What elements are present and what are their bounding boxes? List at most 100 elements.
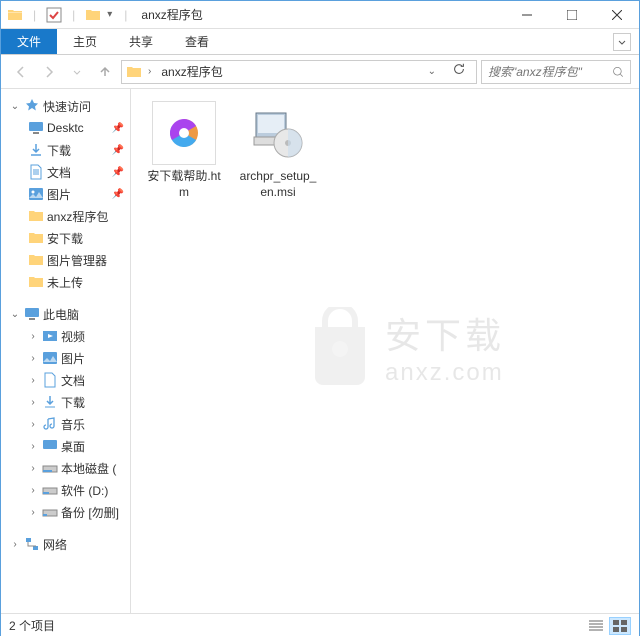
drive-icon	[41, 503, 59, 521]
breadcrumb-segment[interactable]: anxz程序包	[157, 63, 226, 80]
sidebar-item-label: 图片	[61, 350, 85, 367]
expand-icon[interactable]: ›	[27, 441, 39, 452]
sidebar-documents[interactable]: 文档📌	[1, 161, 130, 183]
sidebar-item-label: 桌面	[61, 438, 85, 455]
sidebar-backup[interactable]: ›备份 [勿删]	[1, 501, 130, 523]
status-bar: 2 个项目	[1, 613, 639, 637]
sidebar-documents2[interactable]: ›文档	[1, 369, 130, 391]
drive-icon	[41, 459, 59, 477]
sidebar-item-label: 此电脑	[43, 306, 79, 323]
pc-icon	[23, 305, 41, 323]
title-bar: | | ▾ | anxz程序包	[1, 1, 639, 29]
tab-home[interactable]: 主页	[57, 29, 113, 54]
pin-icon: 📌	[112, 123, 124, 134]
expand-icon[interactable]: ›	[27, 397, 39, 408]
sidebar-item-label: 图片	[47, 186, 71, 203]
desktop-icon	[27, 119, 45, 137]
sidebar-network[interactable]: › 网络	[1, 533, 130, 555]
folder-icon	[27, 273, 45, 291]
back-button[interactable]	[9, 60, 33, 84]
view-icons-button[interactable]	[609, 617, 631, 635]
expand-icon[interactable]: ›	[27, 485, 39, 496]
picture-icon	[41, 349, 59, 367]
sidebar-item-label: 下载	[61, 394, 85, 411]
sidebar-item-label: anxz程序包	[47, 208, 108, 225]
folder-icon	[27, 229, 45, 247]
msi-thumbnail	[246, 101, 310, 165]
sidebar-item-label: 图片管理器	[47, 252, 107, 269]
file-label: archpr_setup_en.msi	[237, 169, 319, 200]
quick-access-toolbar: | | ▾ | anxz程序包	[1, 6, 203, 23]
sidebar-downloads2[interactable]: › 下载	[1, 391, 130, 413]
pin-icon: 📌	[112, 145, 124, 156]
document-icon	[27, 163, 45, 181]
up-button[interactable]	[93, 60, 117, 84]
expand-icon[interactable]: ›	[27, 331, 39, 342]
sidebar-this-pc[interactable]: ⌄ 此电脑	[1, 303, 130, 325]
main-area: ⌄ 快速访问 Desktc📌 下载📌 文档📌 图片📌 anxz程序包 安下载 图…	[1, 89, 639, 613]
maximize-button[interactable]	[549, 1, 594, 29]
address-bar[interactable]: › anxz程序包 ⌄	[121, 60, 477, 84]
sidebar-localdisk[interactable]: ›本地磁盘 (	[1, 457, 130, 479]
ribbon-tabs: 文件 主页 共享 查看	[1, 29, 639, 55]
sidebar-quick-access[interactable]: ⌄ 快速访问	[1, 95, 130, 117]
expand-icon[interactable]: ›	[27, 419, 39, 430]
sidebar-pictures2[interactable]: › 图片	[1, 347, 130, 369]
chevron-icon[interactable]: ›	[146, 66, 153, 77]
sidebar-item-label: 网络	[43, 536, 67, 553]
file-list[interactable]: 安下载帮助.htm archpr_setup_en.msi 安下载 anxz.c	[131, 89, 639, 613]
expand-icon[interactable]: ›	[27, 375, 39, 386]
folder-icon	[7, 7, 23, 23]
tab-share[interactable]: 共享	[113, 29, 169, 54]
watermark: 安下载 anxz.com	[305, 307, 505, 387]
recent-button[interactable]	[65, 60, 89, 84]
tab-file[interactable]: 文件	[1, 29, 57, 54]
item-count: 2 个项目	[9, 617, 55, 634]
close-button[interactable]	[594, 1, 639, 29]
navigation-bar: › anxz程序包 ⌄	[1, 55, 639, 89]
checkbox-icon[interactable]	[46, 7, 62, 23]
download-icon	[27, 141, 45, 159]
music-icon	[41, 415, 59, 433]
network-icon	[23, 535, 41, 553]
search-input[interactable]	[488, 65, 608, 79]
folder-icon	[27, 251, 45, 269]
forward-button[interactable]	[37, 60, 61, 84]
expand-icon[interactable]: ⌄	[9, 101, 21, 112]
view-details-button[interactable]	[585, 617, 607, 635]
sidebar-downloads[interactable]: 下载📌	[1, 139, 130, 161]
ribbon-expand-button[interactable]	[613, 33, 631, 51]
picture-icon	[27, 185, 45, 203]
sidebar-soft-d[interactable]: › 软件 (D:)	[1, 479, 130, 501]
sidebar-desktop[interactable]: Desktc📌	[1, 117, 130, 139]
download-icon	[41, 393, 59, 411]
sidebar-item-label: 未上传	[47, 274, 83, 291]
sidebar-pictures[interactable]: 图片 📌	[1, 183, 130, 205]
pin-icon: 📌	[112, 189, 124, 200]
sidebar-andownload[interactable]: 安下载	[1, 227, 130, 249]
dropdown-icon[interactable]: ▾	[105, 9, 114, 20]
address-dropdown-icon[interactable]: ⌄	[422, 66, 442, 77]
file-item-msi[interactable]: archpr_setup_en.msi	[233, 97, 323, 204]
folder-icon	[126, 64, 142, 80]
sidebar-picmgr[interactable]: 图片管理器	[1, 249, 130, 271]
expand-icon[interactable]: ›	[27, 507, 39, 518]
expand-icon[interactable]: ⌄	[9, 309, 21, 320]
expand-icon[interactable]: ›	[9, 539, 21, 550]
search-box[interactable]	[481, 60, 631, 84]
minimize-button[interactable]	[504, 1, 549, 29]
expand-icon[interactable]: ›	[27, 463, 39, 474]
refresh-button[interactable]	[446, 62, 472, 81]
document-icon	[41, 371, 59, 389]
sidebar-notup[interactable]: 未上传	[1, 271, 130, 293]
sidebar-video[interactable]: ›视频	[1, 325, 130, 347]
expand-icon[interactable]: ›	[27, 353, 39, 364]
watermark-cn: 安下载	[385, 307, 505, 359]
search-icon	[612, 65, 624, 79]
tab-view[interactable]: 查看	[169, 29, 225, 54]
file-item-htm[interactable]: 安下载帮助.htm	[139, 97, 229, 204]
sidebar-music[interactable]: ›音乐	[1, 413, 130, 435]
sidebar-anxz[interactable]: anxz程序包	[1, 205, 130, 227]
sidebar-desktop2[interactable]: › 桌面	[1, 435, 130, 457]
sidebar-item-label: 软件 (D:)	[61, 482, 108, 499]
